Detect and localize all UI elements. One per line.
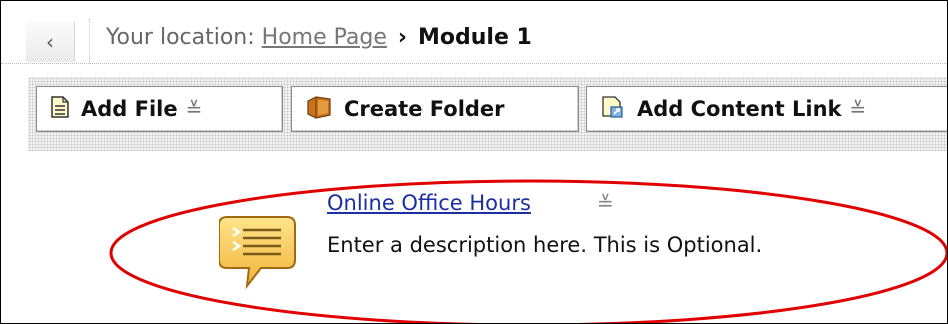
add-content-link-label: Add Content Link (637, 97, 842, 121)
back-button[interactable]: ‹ (26, 22, 75, 62)
menu-icon[interactable]: ≚ (850, 97, 867, 121)
divider (89, 19, 90, 63)
add-file-label: Add File (81, 97, 178, 121)
breadcrumb-home-link[interactable]: Home Page (262, 25, 387, 50)
breadcrumb-separator: › (397, 25, 407, 50)
breadcrumb: Your location: Home Page › Module 1 (106, 25, 532, 50)
content-item-title-link[interactable]: Online Office Hours (327, 191, 531, 215)
chevron-left-icon: ‹ (46, 30, 54, 54)
add-content-link-button[interactable]: Add Content Link ≚ (586, 86, 947, 132)
folder-icon (306, 95, 332, 124)
chat-bubble-icon (218, 214, 299, 300)
breadcrumb-current: Module 1 (417, 25, 532, 50)
breadcrumb-prefix: Your location: (106, 25, 255, 50)
document-icon (51, 95, 69, 123)
page-frame: ‹ Your location: Home Page › Module 1 Ad… (0, 0, 948, 324)
action-toolbar: Add File ≚ Create Folder Add Content Lin… (28, 77, 947, 151)
create-folder-button[interactable]: Create Folder (291, 86, 579, 132)
link-document-icon (601, 95, 625, 124)
menu-icon[interactable]: ≚ (186, 97, 203, 121)
create-folder-label: Create Folder (344, 97, 505, 121)
breadcrumb-bar: ‹ Your location: Home Page › Module 1 (1, 1, 947, 64)
content-item-description: Enter a description here. This is Option… (327, 233, 763, 257)
add-file-button[interactable]: Add File ≚ (36, 86, 283, 132)
menu-icon[interactable]: ≚ (597, 191, 614, 215)
